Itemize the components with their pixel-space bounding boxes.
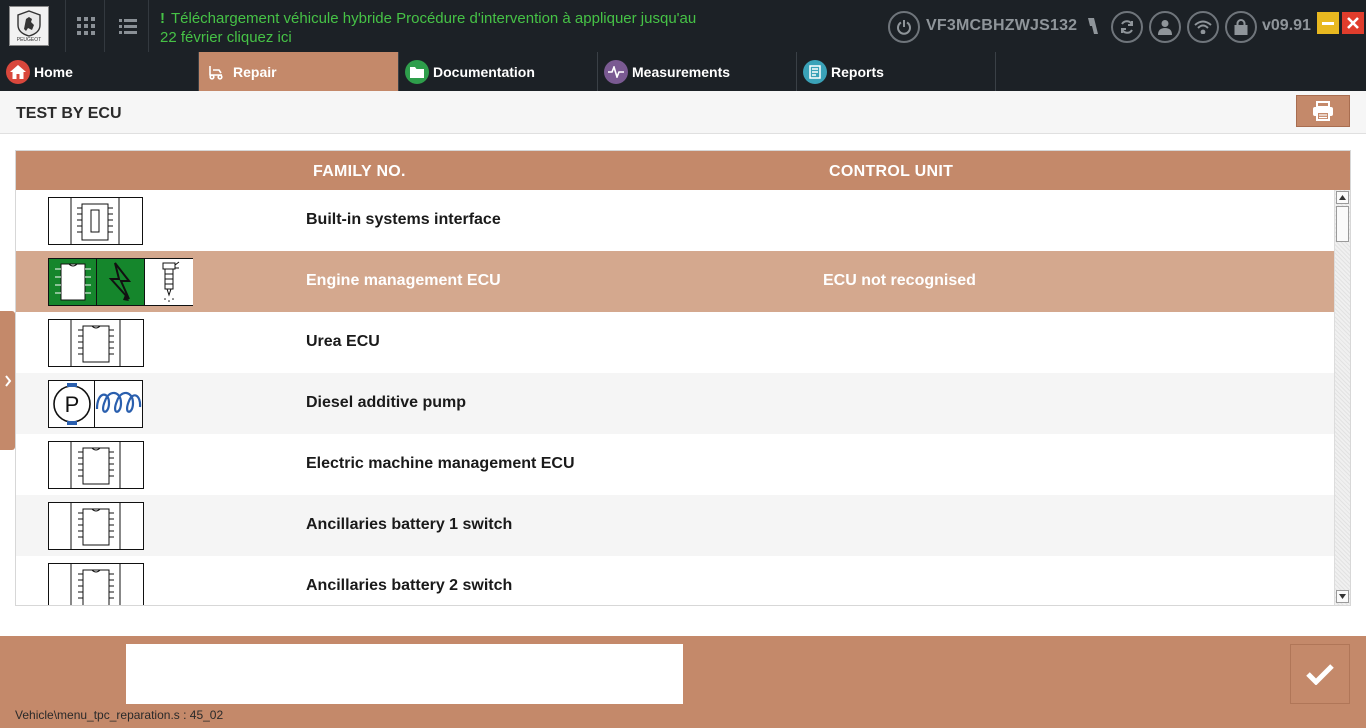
injector-icon [145,259,193,305]
print-button[interactable] [1296,95,1350,127]
message-field[interactable] [126,644,683,704]
table-row[interactable]: Electric machine management ECU [16,434,1334,495]
confirm-button[interactable] [1290,644,1350,704]
tab-label: Home [34,63,73,80]
table-header: FAMILY NO. CONTROL UNIT [16,151,1350,190]
alert-mark: ! [160,10,165,27]
control-unit-status: ECU not recognised [823,272,976,289]
report-icon [803,59,827,84]
checkmark-icon [1306,664,1334,685]
wifi-icon[interactable] [1187,11,1219,43]
tab-measurements[interactable]: Measurements [598,52,797,91]
engine-ecu-icon [48,258,193,306]
chevron-right-icon [4,374,11,387]
table-body: Built-in systems interface Engine manage… [16,190,1334,605]
lock-icon[interactable] [1225,11,1257,43]
tab-label: Documentation [433,63,535,80]
folder-icon [405,59,429,84]
table-row[interactable]: Ancillaries battery 2 switch [16,556,1334,605]
table-row[interactable]: Built-in systems interface [16,190,1334,251]
version-label: v09.91 [1262,17,1311,34]
ecu-icon [48,563,144,605]
ecu-name: Built-in systems interface [306,211,501,228]
print-icon [1313,101,1333,121]
page-header: TEST BY ECU [0,91,1366,134]
grid-icon[interactable] [72,12,100,40]
ecu-name: Diesel additive pump [306,394,467,411]
vin-label: VF3MCBHZWJS132 [926,17,1078,34]
notification-banner[interactable]: ! Téléchargement véhicule hybride Procédu… [160,9,760,47]
bottom-bar: Vehicle\menu_tpc_reparation.s : 45_02 [0,636,1366,728]
power-icon[interactable] [888,11,920,43]
ecu-icon [48,441,144,489]
svg-text:P: P [65,392,80,417]
table-row[interactable]: Ancillaries battery 1 switch [16,495,1334,556]
ecu-name: Engine management ECU [306,272,501,289]
scroll-thumb[interactable] [1336,206,1349,242]
side-panel-toggle[interactable] [0,311,15,450]
pump-icon: P [48,380,143,428]
home-icon [6,59,30,84]
parking-p-icon: P [49,381,95,427]
notification-line2: 22 février cliquez ici [160,29,292,46]
tab-label: Measurements [632,63,731,80]
logo-text: PEUGEOT [16,37,42,43]
tab-label: Repair [233,63,277,80]
notification-line1: Téléchargement véhicule hybride Procédur… [171,10,697,27]
column-header-family: FAMILY NO. [313,163,406,180]
tab-label: Reports [831,63,884,80]
table-row[interactable]: P Diesel additive pump [16,373,1334,434]
repair-icon [205,60,229,84]
vertical-scrollbar[interactable] [1334,190,1350,605]
scroll-down-arrow[interactable] [1336,590,1349,603]
ecu-icon [48,197,143,245]
wrench-icon [1084,16,1102,36]
ecu-icon [48,319,144,367]
divider [104,0,105,52]
ecu-name: Urea ECU [306,333,380,350]
page-title: TEST BY ECU [16,105,122,122]
chip-icon [49,259,97,305]
list-icon[interactable] [114,12,142,40]
main-tabs: Home Repair Documentation Measurements R… [0,52,1366,91]
ecu-icon [48,502,144,550]
top-bar: PEUGEOT ! Téléchargement véhicule hybride… [0,0,1366,52]
user-icon[interactable] [1149,11,1181,43]
close-icon[interactable] [1342,12,1364,34]
waveform-icon [604,59,628,84]
scroll-up-arrow[interactable] [1336,191,1349,204]
divider [65,0,66,52]
divider [148,0,149,52]
table-row[interactable]: Engine management ECU ECU not recognised [16,251,1334,312]
lightning-icon [97,259,145,305]
status-path: Vehicle\menu_tpc_reparation.s : 45_02 [15,708,224,722]
ecu-table: FAMILY NO. CONTROL UNIT Built-in systems… [15,150,1351,606]
peugeot-logo: PEUGEOT [9,6,49,46]
tab-home[interactable]: Home [0,52,199,91]
ecu-name: Ancillaries battery 2 switch [306,577,513,594]
ecu-name: Ancillaries battery 1 switch [306,516,513,533]
ecu-name: Electric machine management ECU [306,455,575,472]
tab-repair[interactable]: Repair [199,52,399,91]
column-header-control-unit: CONTROL UNIT [829,163,954,180]
table-row[interactable]: Urea ECU [16,312,1334,373]
tab-documentation[interactable]: Documentation [399,52,598,91]
refresh-icon[interactable] [1111,11,1143,43]
tab-reports[interactable]: Reports [797,52,996,91]
coil-icon [95,381,142,427]
minimize-icon[interactable] [1317,12,1339,34]
